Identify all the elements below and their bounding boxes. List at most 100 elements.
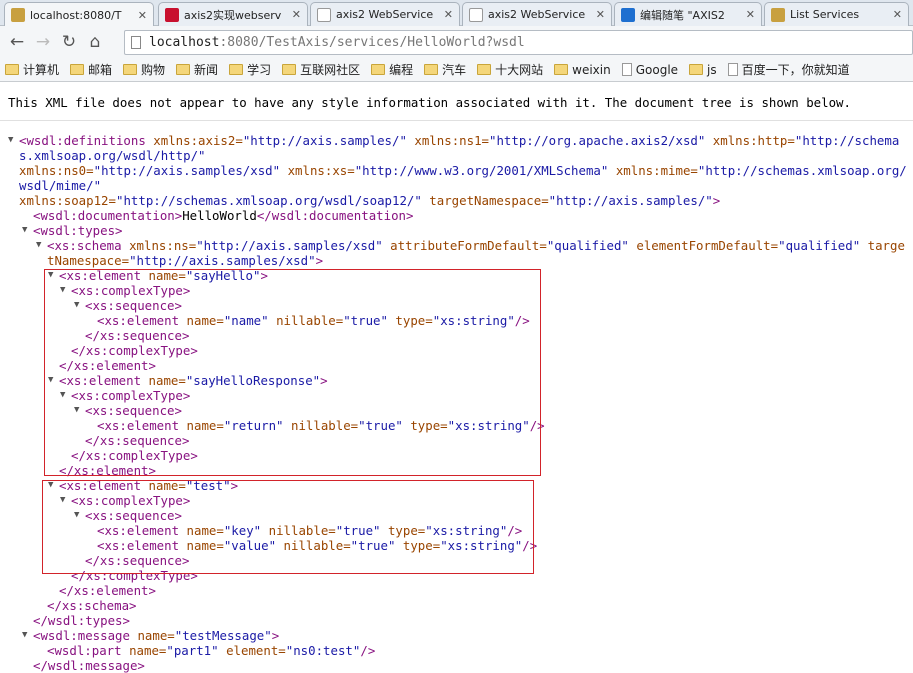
collapse-triangle-icon[interactable]: ▼ xyxy=(22,223,27,238)
xml-attr-name: attributeFormDefault= xyxy=(390,238,547,253)
page-icon xyxy=(621,63,632,76)
tab-title: axis2 WebService xyxy=(336,8,434,21)
bookmark-label: 互联网社区 xyxy=(300,63,361,77)
bookmark-label: 十大网站 xyxy=(495,63,544,77)
xml-attr-name: xmlns:ns0= xyxy=(19,163,94,178)
xml-line: ▼ <xs:schema xmlns:ns="http://axis.sample… xyxy=(0,238,913,268)
tab-strip: localhost:8080/T ✕ axis2实现webserv ✕ axis2 We… xyxy=(0,0,913,27)
xml-attr-value: "part1" xyxy=(166,643,227,658)
page-icon xyxy=(317,7,331,22)
folder-icon xyxy=(5,64,19,75)
xml-line: xmlns:ns0="http://axis.samples/xsd" xmln… xyxy=(0,163,913,193)
xml-attr-value: "http://axis.samples/xsd" xyxy=(129,253,316,268)
forward-icon[interactable]: → xyxy=(30,32,56,52)
xml-info-message: This XML file does not appear to have an… xyxy=(8,95,851,110)
xml-tag: <xs:schema xyxy=(47,238,130,253)
bookmark-item[interactable]: Google xyxy=(621,62,679,77)
folder-icon xyxy=(229,64,244,75)
bookmark-item[interactable]: 编程 xyxy=(371,61,413,78)
close-icon[interactable]: ✕ xyxy=(746,8,755,21)
close-icon[interactable]: ✕ xyxy=(138,9,147,22)
page-icon xyxy=(131,36,141,49)
xml-attr-value: "qualified" xyxy=(778,238,868,253)
xml-tag: <wsdl:definitions xyxy=(19,133,154,148)
xml-line: </xs:element> xyxy=(0,583,913,598)
csdn-icon xyxy=(165,7,179,22)
tab-title: 编辑随笔 "AXIS2 xyxy=(640,8,725,22)
folder-icon xyxy=(424,64,439,75)
xml-attr-name: element= xyxy=(226,643,286,658)
xml-line: <wsdl:documentation>HelloWorld</wsdl:doc… xyxy=(0,208,913,223)
bookmark-item[interactable]: 新闻 xyxy=(176,61,218,78)
bookmark-label: 百度一下，你就知道 xyxy=(741,63,850,77)
reload-icon[interactable]: ↻ xyxy=(56,32,82,52)
bookmark-item[interactable]: 邮箱 xyxy=(70,61,112,78)
xml-attr-name: xmlns:mime= xyxy=(615,163,698,178)
bookmarks-bar: 计算机 邮箱 购物 新闻 学习 互联网社区 编程 汽车 十大网站 weixin Google js 百度… xyxy=(0,58,913,82)
bookmark-label: weixin xyxy=(572,62,611,77)
xml-attr-name: xmlns:soap12= xyxy=(19,193,116,208)
bookmark-item[interactable]: js xyxy=(689,63,717,77)
xml-attr-value: "ns0:test" xyxy=(285,643,361,658)
collapse-triangle-icon[interactable]: ▼ xyxy=(8,133,13,148)
tab[interactable]: axis2实现webserv ✕ xyxy=(158,2,308,26)
highlight-box-sayhello xyxy=(44,269,541,476)
tab[interactable]: 编辑随笔 "AXIS2 ✕ xyxy=(614,2,762,26)
xml-attr-name: xmlns:http= xyxy=(712,133,795,148)
xml-line: </wsdl:types> xyxy=(0,613,913,628)
xml-tag: > xyxy=(712,193,721,208)
bookmark-item[interactable]: 互联网社区 xyxy=(282,61,360,78)
bookmark-item[interactable]: 十大网站 xyxy=(477,61,543,78)
bookmark-label: 新闻 xyxy=(194,63,219,77)
collapse-triangle-icon[interactable]: ▼ xyxy=(36,238,41,253)
bookmark-item[interactable]: 学习 xyxy=(229,61,271,78)
xml-line: </xs:schema> xyxy=(0,598,913,613)
bookmark-item[interactable]: 计算机 xyxy=(5,61,59,78)
tomcat-icon xyxy=(771,7,785,22)
tab[interactable]: localhost:8080/T ✕ xyxy=(4,2,154,27)
tab-title: List Services xyxy=(790,8,860,21)
xml-tag: > xyxy=(271,628,280,643)
bookmark-item[interactable]: 汽车 xyxy=(424,61,466,78)
tomcat-icon xyxy=(11,8,25,22)
bookmark-item[interactable]: 购物 xyxy=(123,61,165,78)
address-bar[interactable]: localhost:8080/TestAxis/services/HelloWo… xyxy=(124,30,913,55)
xml-tag: </xs:schema> xyxy=(47,598,137,613)
bookmark-label: Google xyxy=(635,62,679,77)
folder-icon xyxy=(282,64,297,75)
back-icon[interactable]: ← xyxy=(4,32,30,52)
collapse-triangle-icon[interactable]: ▼ xyxy=(22,628,27,643)
tab[interactable]: axis2 WebService ✕ xyxy=(310,2,460,26)
close-icon[interactable]: ✕ xyxy=(292,8,301,21)
folder-icon xyxy=(70,64,85,75)
bookmark-label: 学习 xyxy=(247,63,272,77)
bookmark-label: js xyxy=(707,62,717,77)
xml-tag: <wsdl:documentation> xyxy=(33,208,183,223)
close-icon[interactable]: ✕ xyxy=(444,8,453,21)
xml-tag: </wsdl:types> xyxy=(33,613,130,628)
tab-title: localhost:8080/T xyxy=(30,8,122,22)
close-icon[interactable]: ✕ xyxy=(893,8,902,21)
folder-icon xyxy=(689,64,704,75)
close-icon[interactable]: ✕ xyxy=(596,8,605,21)
page-icon xyxy=(727,63,738,76)
home-icon[interactable]: ⌂ xyxy=(82,32,108,52)
xml-tag: > xyxy=(315,253,324,268)
bookmark-item[interactable]: weixin xyxy=(554,63,611,77)
xml-line: </wsdl:message> xyxy=(0,658,913,673)
divider xyxy=(0,120,913,121)
folder-icon xyxy=(371,64,386,75)
xml-tag: </xs:element> xyxy=(59,583,156,598)
xml-attr-name: name= xyxy=(129,643,167,658)
tab[interactable]: axis2 WebService ✕ xyxy=(462,2,612,26)
page-icon xyxy=(469,7,483,22)
xml-attr-value: "http://axis.samples/xsd" xyxy=(196,238,391,253)
xml-tag: <wsdl:types> xyxy=(33,223,123,238)
tab[interactable]: List Services ✕ xyxy=(764,2,909,26)
folder-icon xyxy=(477,64,492,75)
xml-attr-name: xmlns:ns= xyxy=(129,238,197,253)
cnblogs-icon xyxy=(621,7,635,22)
url-host: localhost xyxy=(149,35,220,50)
bookmark-item[interactable]: 百度一下，你就知道 xyxy=(727,61,850,78)
tab-title: axis2 WebService xyxy=(488,8,586,21)
